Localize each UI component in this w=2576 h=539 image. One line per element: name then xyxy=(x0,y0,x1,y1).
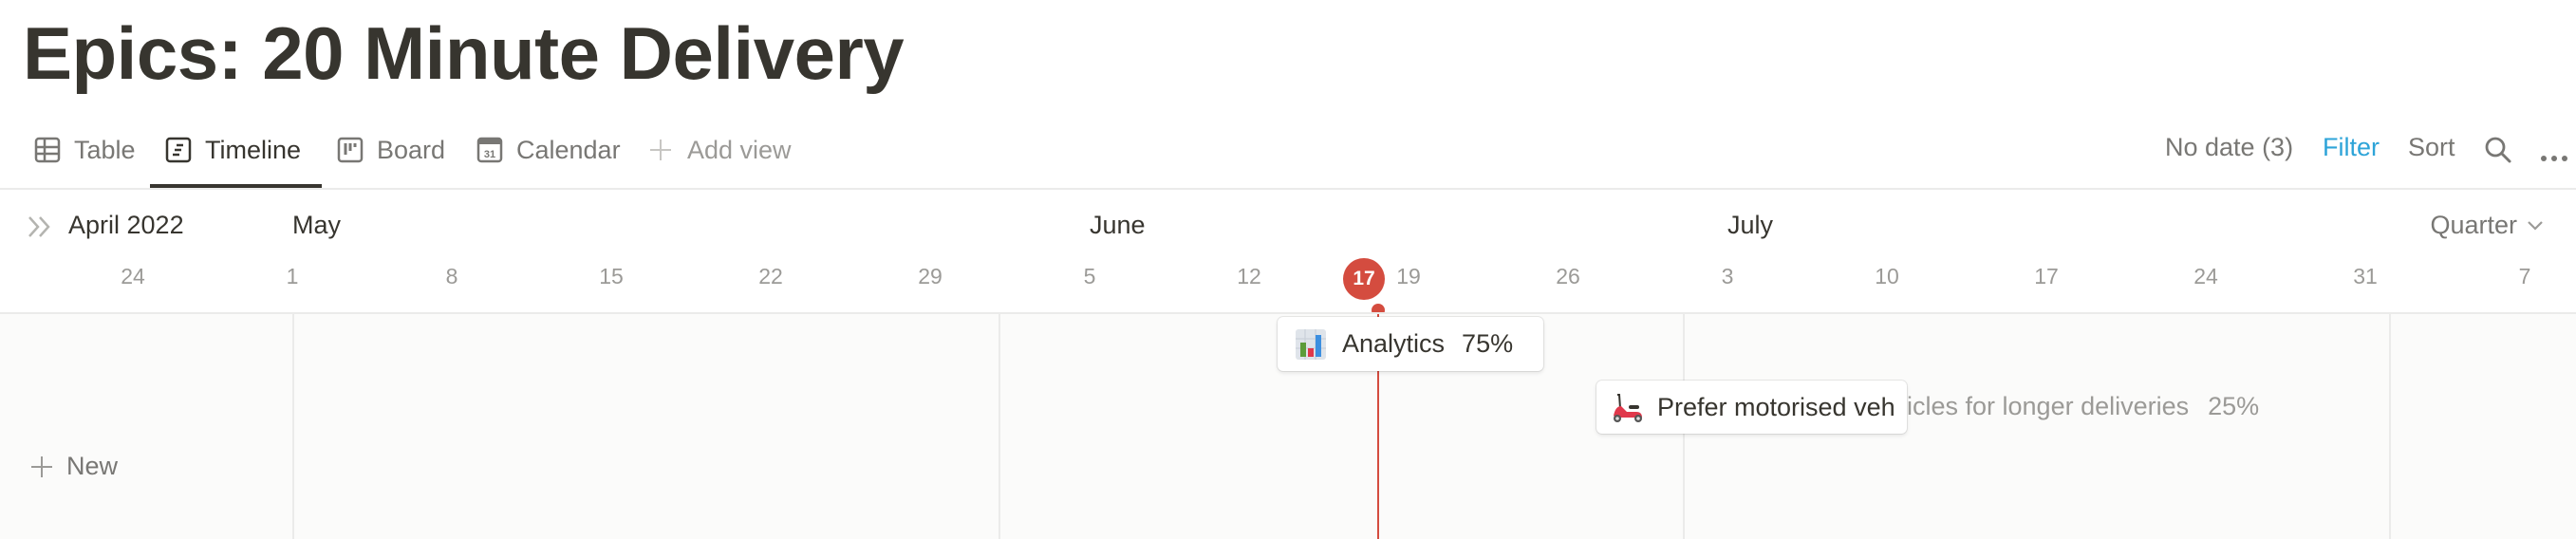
zoom-level-value: Quarter xyxy=(2430,211,2517,239)
timeline-item-analytics[interactable]: Analytics 75% xyxy=(1278,317,1543,371)
date-tick: 26 xyxy=(1556,264,1580,288)
date-tick: 17 xyxy=(2034,264,2059,288)
date-tick: 12 xyxy=(1237,264,1261,288)
no-date-button[interactable]: No date (3) xyxy=(2165,133,2293,162)
motor-scooter-emoji-icon xyxy=(1614,394,1642,422)
zoom-level-select[interactable]: Quarter xyxy=(2430,211,2544,240)
date-tick: 31 xyxy=(2353,264,2378,288)
new-item-button[interactable]: New xyxy=(30,452,118,481)
tab-label: Table xyxy=(74,135,136,164)
item-name-visible: Prefer motorised veh xyxy=(1657,392,1895,421)
filter-button[interactable]: Filter xyxy=(2323,133,2380,162)
item-name: Analytics xyxy=(1342,329,1446,358)
date-tick: 10 xyxy=(1875,264,1899,288)
timeline-icon xyxy=(165,137,192,163)
tab-calendar[interactable]: 31 Calendar xyxy=(476,131,621,169)
plus-icon xyxy=(650,139,671,160)
table-icon xyxy=(34,137,61,163)
calendar-icon-day: 31 xyxy=(484,149,495,160)
sort-button[interactable]: Sort xyxy=(2408,133,2455,162)
date-tick: 24 xyxy=(2193,264,2218,288)
tab-label: Calendar xyxy=(516,135,621,164)
add-view-label: Add view xyxy=(687,135,792,164)
tab-table[interactable]: Table xyxy=(34,131,136,169)
month-label-june: June xyxy=(1090,211,1146,239)
month-label-may: May xyxy=(292,211,342,239)
item-name-overflow: icles for longer deliveries 25% xyxy=(1907,392,2259,421)
more-icon xyxy=(2541,156,2567,161)
date-tick: 3 xyxy=(1721,264,1734,288)
new-item-label: New xyxy=(66,452,119,480)
search-icon xyxy=(2485,137,2511,163)
month-gridline-may xyxy=(292,314,294,539)
plus-icon xyxy=(31,455,52,477)
date-tick: 15 xyxy=(599,264,624,288)
date-tick: 1 xyxy=(286,264,299,288)
date-tick: 8 xyxy=(445,264,458,288)
month-gridline-june xyxy=(999,314,1000,539)
tab-label: Timeline xyxy=(205,135,302,164)
today-marker: 17 xyxy=(1343,258,1385,300)
tab-label: Board xyxy=(377,135,446,164)
month-gridline-august xyxy=(2389,314,2391,539)
board-icon xyxy=(337,137,364,163)
bar-chart-emoji-icon xyxy=(1296,328,1326,360)
date-tick: 7 xyxy=(2518,264,2531,288)
calendar-icon: 31 xyxy=(476,137,503,163)
tab-timeline[interactable]: Timeline xyxy=(165,131,301,169)
add-view-button[interactable]: Add view xyxy=(647,131,792,169)
search-button[interactable] xyxy=(2484,136,2512,171)
current-month-label: April 2022 xyxy=(68,211,184,239)
page-title: Epics: 20 Minute Delivery xyxy=(23,11,905,95)
date-tick: 5 xyxy=(1083,264,1096,288)
month-label-july: July xyxy=(1727,211,1774,239)
toolbar-divider xyxy=(0,188,2576,190)
chevron-down-icon xyxy=(2528,220,2543,231)
item-name-overflow-text: icles for longer deliveries xyxy=(1907,392,2190,420)
date-tick: 29 xyxy=(918,264,943,288)
tab-board[interactable]: Board xyxy=(337,131,445,169)
expand-sidebar-button[interactable] xyxy=(27,214,53,244)
item-progress: 25% xyxy=(2208,392,2260,420)
timeline-item-motorised-vehicles[interactable]: Prefer motorised veh xyxy=(1596,381,1907,434)
item-progress: 75% xyxy=(1462,329,1514,358)
more-options-button[interactable] xyxy=(2540,142,2568,172)
date-tick: 22 xyxy=(758,264,783,288)
date-tick: 24 xyxy=(121,264,145,288)
double-chevron-right-icon xyxy=(28,216,50,237)
date-tick: 19 xyxy=(1396,264,1421,288)
